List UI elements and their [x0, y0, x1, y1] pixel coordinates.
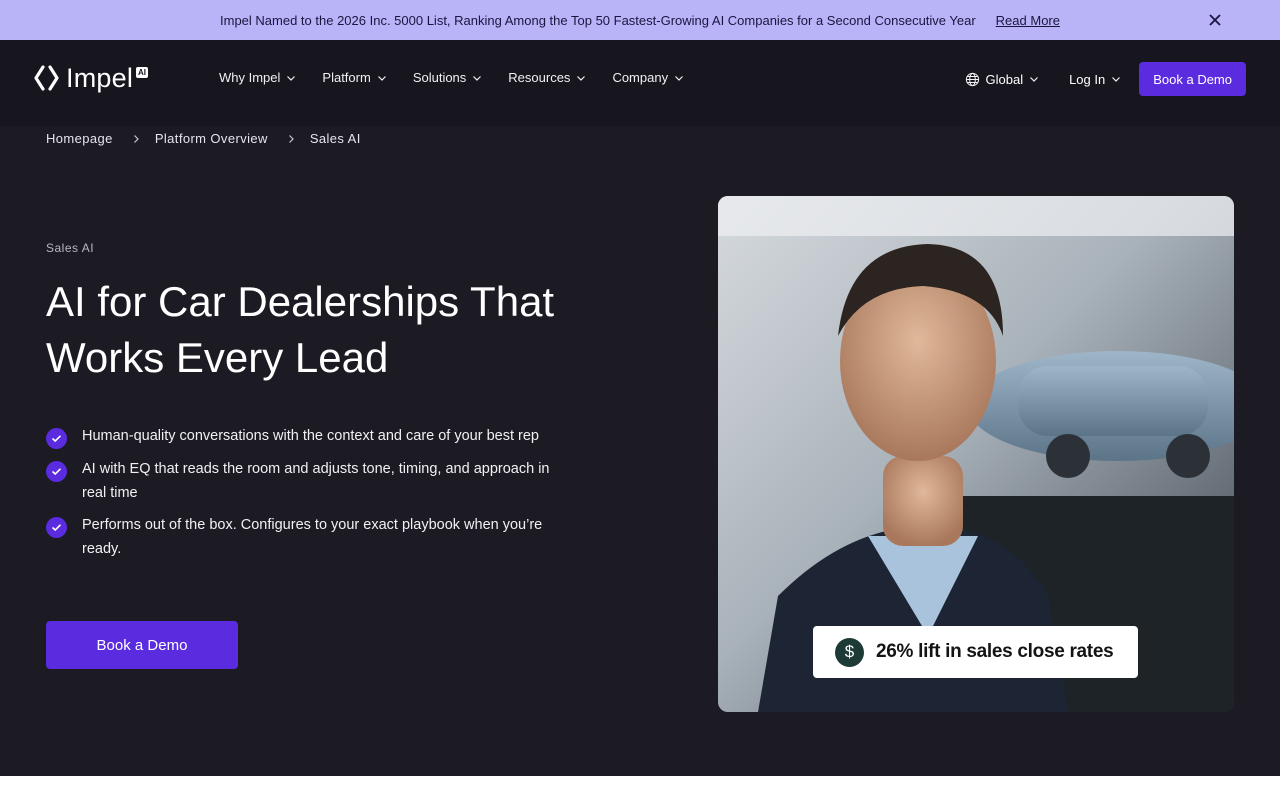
hero-book-demo-button[interactable]: Book a Demo [46, 621, 238, 669]
menu-item-label: Resources [508, 70, 571, 85]
impel-mark-icon [34, 65, 59, 91]
read-more-link[interactable]: Read More [996, 13, 1060, 28]
impel-logo[interactable]: Impel AI [34, 62, 149, 93]
breadcrumb-platform-overview[interactable]: Platform Overview [155, 131, 268, 146]
chevron-down-icon [577, 75, 586, 81]
chevron-down-icon [473, 75, 482, 81]
menu-item-label: Platform [322, 70, 371, 85]
list-item: Human-quality conversations with the con… [46, 424, 566, 449]
breadcrumb-homepage[interactable]: Homepage [46, 131, 113, 146]
check-icon [46, 461, 67, 482]
primary-menu: Why Impel Platform Solutions Resources C… [219, 70, 710, 85]
chevron-down-icon [287, 75, 296, 81]
menu-item-why-impel[interactable]: Why Impel [219, 70, 296, 85]
chevron-down-icon [1030, 77, 1039, 82]
breadcrumb: Homepage Platform Overview Sales AI [46, 131, 361, 146]
chevron-down-icon [1112, 77, 1121, 82]
dollar-icon: $ [835, 637, 864, 667]
check-icon [46, 517, 67, 538]
login-menu[interactable]: Log In [1069, 72, 1121, 87]
list-item: AI with EQ that reads the room and adjus… [46, 457, 566, 505]
menu-item-company[interactable]: Company [612, 70, 684, 85]
benefit-text: Performs out of the box. Configures to y… [82, 517, 543, 557]
menu-item-resources[interactable]: Resources [508, 70, 586, 85]
nav-book-demo-button[interactable]: Book a Demo [1139, 62, 1246, 96]
menu-item-label: Company [612, 70, 669, 85]
chevron-right-icon [288, 134, 294, 143]
main-nav: Impel AI Why Impel Platform Solutions Re… [0, 40, 1280, 126]
nav-actions: Global Log In Book a Demo [965, 62, 1246, 96]
next-section-edge [0, 776, 1280, 800]
chevron-right-icon [133, 134, 139, 143]
logo-word: Impel [66, 62, 134, 93]
hero-benefit-list: Human-quality conversations with the con… [46, 424, 566, 569]
benefit-text: Human-quality conversations with the con… [82, 428, 539, 444]
announcement-message: Impel Named to the 2026 Inc. 5000 List, … [220, 12, 976, 28]
announcement-bar: Impel Named to the 2026 Inc. 5000 List, … [0, 0, 1280, 40]
chevron-down-icon [675, 75, 684, 81]
stat-card: $ 26% lift in sales close rates [813, 626, 1138, 678]
benefit-text: AI with EQ that reads the room and adjus… [82, 461, 550, 501]
hero-eyebrow: Sales AI [46, 241, 95, 255]
menu-item-label: Why Impel [219, 70, 281, 85]
hero-headline: AI for Car Dealerships That Works Every … [46, 278, 555, 381]
globe-icon [965, 72, 979, 86]
stat-text: 26% lift in sales close rates [876, 641, 1114, 662]
chevron-down-icon [377, 75, 386, 81]
logo-ai-badge: AI [136, 67, 149, 78]
menu-item-label: Solutions [412, 70, 467, 85]
login-label: Log In [1069, 71, 1106, 87]
region-label: Global [985, 71, 1024, 87]
breadcrumb-current: Sales AI [309, 131, 361, 146]
list-item: Performs out of the box. Configures to y… [46, 513, 566, 561]
check-icon [46, 428, 67, 449]
close-icon[interactable] [1206, 11, 1224, 29]
region-selector[interactable]: Global [965, 72, 1040, 87]
menu-item-solutions[interactable]: Solutions [413, 70, 482, 85]
menu-item-platform[interactable]: Platform [322, 70, 386, 85]
